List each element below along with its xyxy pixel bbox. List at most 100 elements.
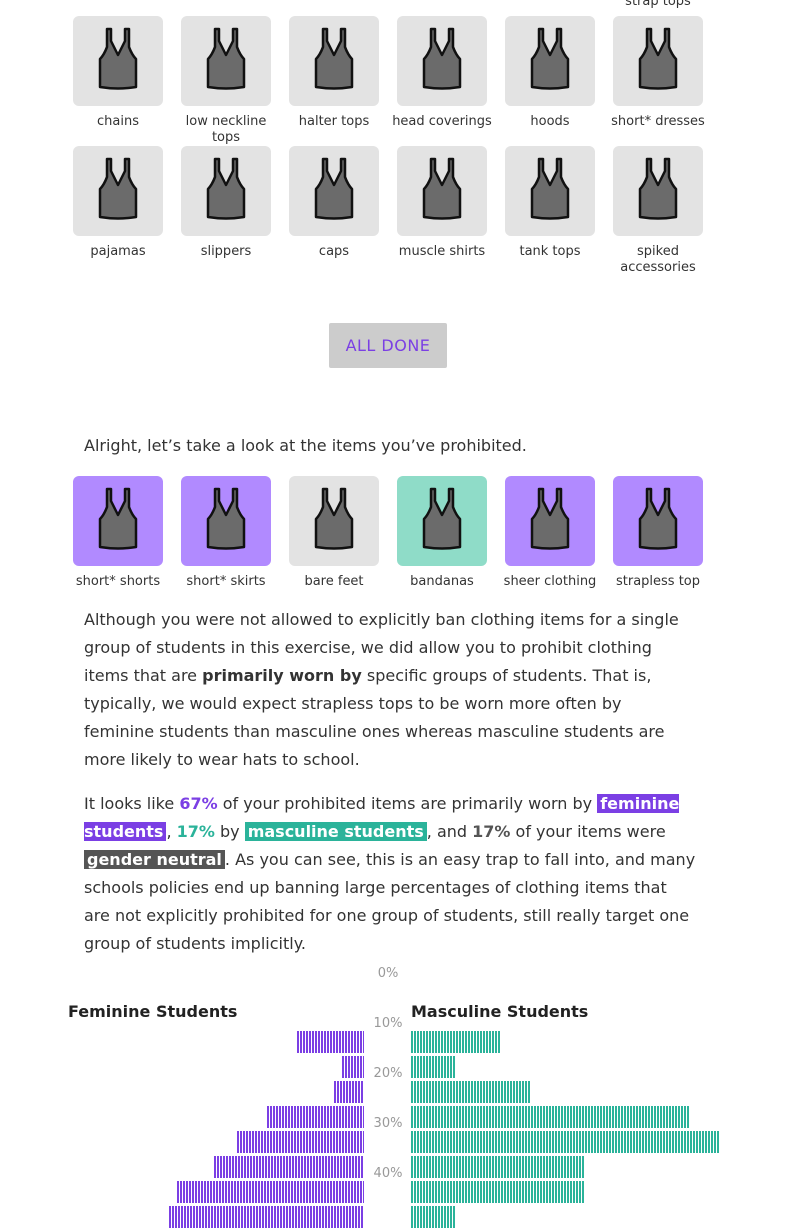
tank-top-icon: [421, 27, 463, 95]
clothing-tile[interactable]: [613, 146, 703, 236]
tank-top-icon: [97, 487, 139, 555]
masculine-bar: [411, 1056, 456, 1078]
tank-top-icon: [313, 157, 355, 225]
clothing-label: pajamas: [90, 244, 146, 259]
clothing-label: muscle shirts: [398, 244, 486, 259]
tank-top-icon: [529, 487, 571, 555]
clothing-label: tank tops: [519, 244, 581, 259]
top-partial-label: strap tops: [625, 0, 691, 9]
clothing-tile: [73, 476, 163, 566]
feminine-bar: [341, 1056, 364, 1078]
summary-s1: It looks like: [84, 794, 180, 813]
feminine-bar: [236, 1131, 364, 1153]
clothing-item-sheer-clothing: sheer clothing: [496, 476, 604, 590]
clothing-label: bandanas: [410, 574, 474, 589]
clothing-tile: [181, 476, 271, 566]
clothing-tile: [397, 476, 487, 566]
explanation-paragraph: Although you were not allowed to explici…: [84, 606, 696, 774]
axis-tick: 40%: [373, 1166, 403, 1181]
clothing-label: head coverings: [392, 114, 492, 129]
all-done-button[interactable]: ALL DONE: [329, 323, 447, 368]
clothing-tile: [289, 476, 379, 566]
clothing-label: strapless top: [615, 574, 701, 589]
tank-top-icon: [97, 27, 139, 95]
clothing-item-spiked-accessories[interactable]: spiked accessories: [604, 146, 712, 276]
clothing-label: short* shorts: [75, 574, 161, 589]
summary-s2: of your prohibited items are primarily w…: [217, 794, 598, 813]
masculine-bar: [411, 1081, 531, 1103]
feminine-bar: [176, 1181, 364, 1203]
feminine-bar: [296, 1031, 364, 1053]
tank-top-icon: [205, 27, 247, 95]
clothing-label: halter tops: [298, 114, 370, 129]
clothing-tile[interactable]: [289, 146, 379, 236]
clothing-tile[interactable]: [181, 146, 271, 236]
summary-s3: ,: [166, 822, 177, 841]
clothing-label: low neckline tops: [185, 114, 267, 145]
clothing-tile[interactable]: [505, 16, 595, 106]
tank-top-icon: [637, 157, 679, 225]
feminine-bar: [214, 1156, 364, 1178]
neutral-percent: 17%: [472, 822, 511, 841]
tank-top-icon: [529, 27, 571, 95]
intro-text: Alright, let’s take a look at the items …: [84, 436, 527, 455]
axis-tick: 20%: [373, 1066, 403, 1081]
tank-top-icon: [421, 487, 463, 555]
chart-right-title: Masculine Students: [411, 1002, 589, 1021]
axis-tick: 10%: [373, 1016, 403, 1031]
explanation-bold: primarily worn by: [202, 666, 362, 685]
tank-top-icon: [529, 157, 571, 225]
clothing-label: chains: [97, 114, 139, 129]
tank-top-icon: [313, 27, 355, 95]
masculine-bar: [411, 1131, 719, 1153]
feminine-bar: [266, 1106, 364, 1128]
clothing-item-chains[interactable]: chains: [64, 16, 172, 130]
tank-top-icon: [637, 27, 679, 95]
feminine-percent: 67%: [179, 794, 218, 813]
summary-s6: of your items were: [510, 822, 666, 841]
clothing-item-halter-tops[interactable]: halter tops: [280, 16, 388, 130]
clothing-item-tank-tops[interactable]: tank tops: [496, 146, 604, 260]
clothing-tile[interactable]: [73, 146, 163, 236]
clothing-label: slippers: [200, 244, 252, 259]
clothing-tile: [613, 476, 703, 566]
clothing-item-muscle-shirts[interactable]: muscle shirts: [388, 146, 496, 260]
clothing-item-head-coverings[interactable]: head coverings: [388, 16, 496, 130]
clothing-label: bare feet: [304, 574, 364, 589]
tank-top-icon: [205, 157, 247, 225]
clothing-tile[interactable]: [289, 16, 379, 106]
clothing-label: caps: [318, 244, 350, 259]
clothing-item-short-dresses[interactable]: short* dresses: [604, 16, 712, 130]
summary-paragraph: It looks like 67% of your prohibited ite…: [84, 790, 696, 958]
masculine-bar: [411, 1181, 584, 1203]
clothing-tile[interactable]: [73, 16, 163, 106]
clothing-tile[interactable]: [613, 16, 703, 106]
clothing-item-low-neckline-tops[interactable]: low neckline tops: [172, 16, 280, 146]
clothing-item-caps[interactable]: caps: [280, 146, 388, 260]
masculine-highlight: masculine students: [244, 822, 427, 841]
clothing-tile[interactable]: [397, 146, 487, 236]
clothing-label: short* dresses: [611, 114, 705, 129]
clothing-label: hoods: [530, 114, 570, 129]
clothing-item-hoods[interactable]: hoods: [496, 16, 604, 130]
tank-top-icon: [421, 157, 463, 225]
clothing-item-slippers[interactable]: slippers: [172, 146, 280, 260]
masculine-bar: [411, 1031, 501, 1053]
clothing-item-bandanas: bandanas: [388, 476, 496, 590]
summary-s4: by: [214, 822, 245, 841]
clothing-tile[interactable]: [397, 16, 487, 106]
clothing-item-pajamas[interactable]: pajamas: [64, 146, 172, 260]
chart-left-title: Feminine Students: [68, 1002, 238, 1021]
clothing-item-bare-feet: bare feet: [280, 476, 388, 590]
clothing-label: sheer clothing: [503, 574, 597, 589]
clothing-item-strapless-top: strapless top: [604, 476, 712, 590]
clothing-tile[interactable]: [505, 146, 595, 236]
masculine-bar: [411, 1156, 584, 1178]
clothing-tile: [505, 476, 595, 566]
clothing-tile[interactable]: [181, 16, 271, 106]
tank-top-icon: [205, 487, 247, 555]
neutral-highlight: gender neutral: [84, 850, 225, 869]
tank-top-icon: [97, 157, 139, 225]
masculine-bar: [411, 1106, 689, 1128]
axis-tick: 0%: [377, 966, 399, 981]
